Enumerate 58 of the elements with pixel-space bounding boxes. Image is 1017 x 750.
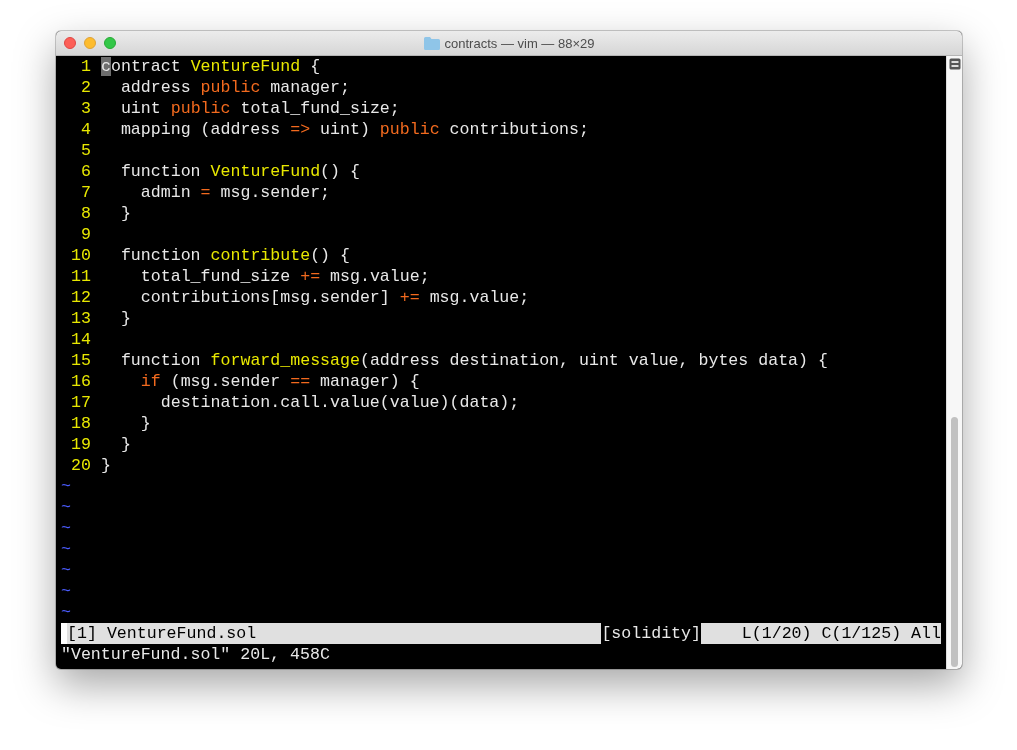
code-line: address public manager; bbox=[119, 77, 350, 98]
line-number: 18 bbox=[70, 413, 91, 434]
line-number: 11 bbox=[70, 266, 91, 287]
buffer-number: [1] bbox=[67, 623, 107, 644]
scrollbar[interactable] bbox=[946, 56, 962, 669]
scrollbar-thumb[interactable] bbox=[951, 417, 958, 667]
code-line: function forward_message(address destination, uint value, bytes data) { bbox=[119, 350, 828, 371]
file-name: VentureFund.sol bbox=[106, 623, 602, 644]
empty-line-marker: ~ bbox=[61, 518, 71, 539]
file-type: [solidity] bbox=[601, 623, 701, 644]
code-line: } bbox=[139, 413, 151, 434]
split-pane-icon[interactable] bbox=[948, 58, 961, 70]
empty-line-marker: ~ bbox=[61, 602, 71, 623]
code-line: contributions[msg.sender] += msg.value; bbox=[139, 287, 530, 308]
line-number: 8 bbox=[80, 203, 91, 224]
minimize-button[interactable] bbox=[84, 37, 96, 49]
empty-line-marker: ~ bbox=[61, 581, 71, 602]
line-number: 12 bbox=[70, 287, 91, 308]
code-line: admin = msg.sender; bbox=[139, 182, 331, 203]
cursor-position: L(1/20) C(1/125) All bbox=[701, 623, 941, 644]
line-number: 16 bbox=[70, 371, 91, 392]
status-message: "VentureFund.sol" 20L, 458C bbox=[61, 644, 330, 665]
code-line: } bbox=[101, 455, 111, 476]
close-button[interactable] bbox=[64, 37, 76, 49]
line-number: 10 bbox=[70, 245, 91, 266]
empty-line-marker: ~ bbox=[61, 539, 71, 560]
code-line: } bbox=[119, 308, 131, 329]
code-line: total_fund_size += msg.value; bbox=[139, 266, 430, 287]
line-number: 9 bbox=[80, 224, 91, 245]
code-line: contract VentureFund { bbox=[101, 56, 321, 77]
code-line: uint public total_fund_size; bbox=[119, 98, 400, 119]
empty-line-marker: ~ bbox=[61, 476, 71, 497]
line-number: 7 bbox=[80, 182, 91, 203]
line-number: 17 bbox=[70, 392, 91, 413]
code-line: function VentureFund() { bbox=[119, 161, 360, 182]
cursor bbox=[61, 623, 67, 644]
code-line: } bbox=[119, 434, 131, 455]
line-number: 20 bbox=[70, 455, 91, 476]
zoom-button[interactable] bbox=[104, 37, 116, 49]
line-number: 14 bbox=[70, 329, 91, 350]
code-line: mapping (address => uint) public contributions; bbox=[119, 119, 589, 140]
line-number: 4 bbox=[80, 119, 91, 140]
line-number: 2 bbox=[80, 77, 91, 98]
empty-line-marker: ~ bbox=[61, 497, 71, 518]
line-number: 1 bbox=[80, 56, 91, 77]
code-line: if (msg.sender == manager) { bbox=[139, 371, 420, 392]
line-number: 3 bbox=[80, 98, 91, 119]
empty-line-marker: ~ bbox=[61, 560, 71, 581]
window-title: contracts — vim — 88×29 bbox=[444, 35, 595, 51]
code-line: destination.call.value(value)(data); bbox=[159, 392, 520, 413]
line-number: 5 bbox=[80, 140, 91, 161]
line-number: 13 bbox=[70, 308, 91, 329]
line-number: 19 bbox=[70, 434, 91, 455]
code-line: function contribute() { bbox=[119, 245, 350, 266]
line-number: 6 bbox=[80, 161, 91, 182]
folder-icon bbox=[423, 36, 440, 50]
line-number: 15 bbox=[70, 350, 91, 371]
code-line: } bbox=[119, 203, 131, 224]
